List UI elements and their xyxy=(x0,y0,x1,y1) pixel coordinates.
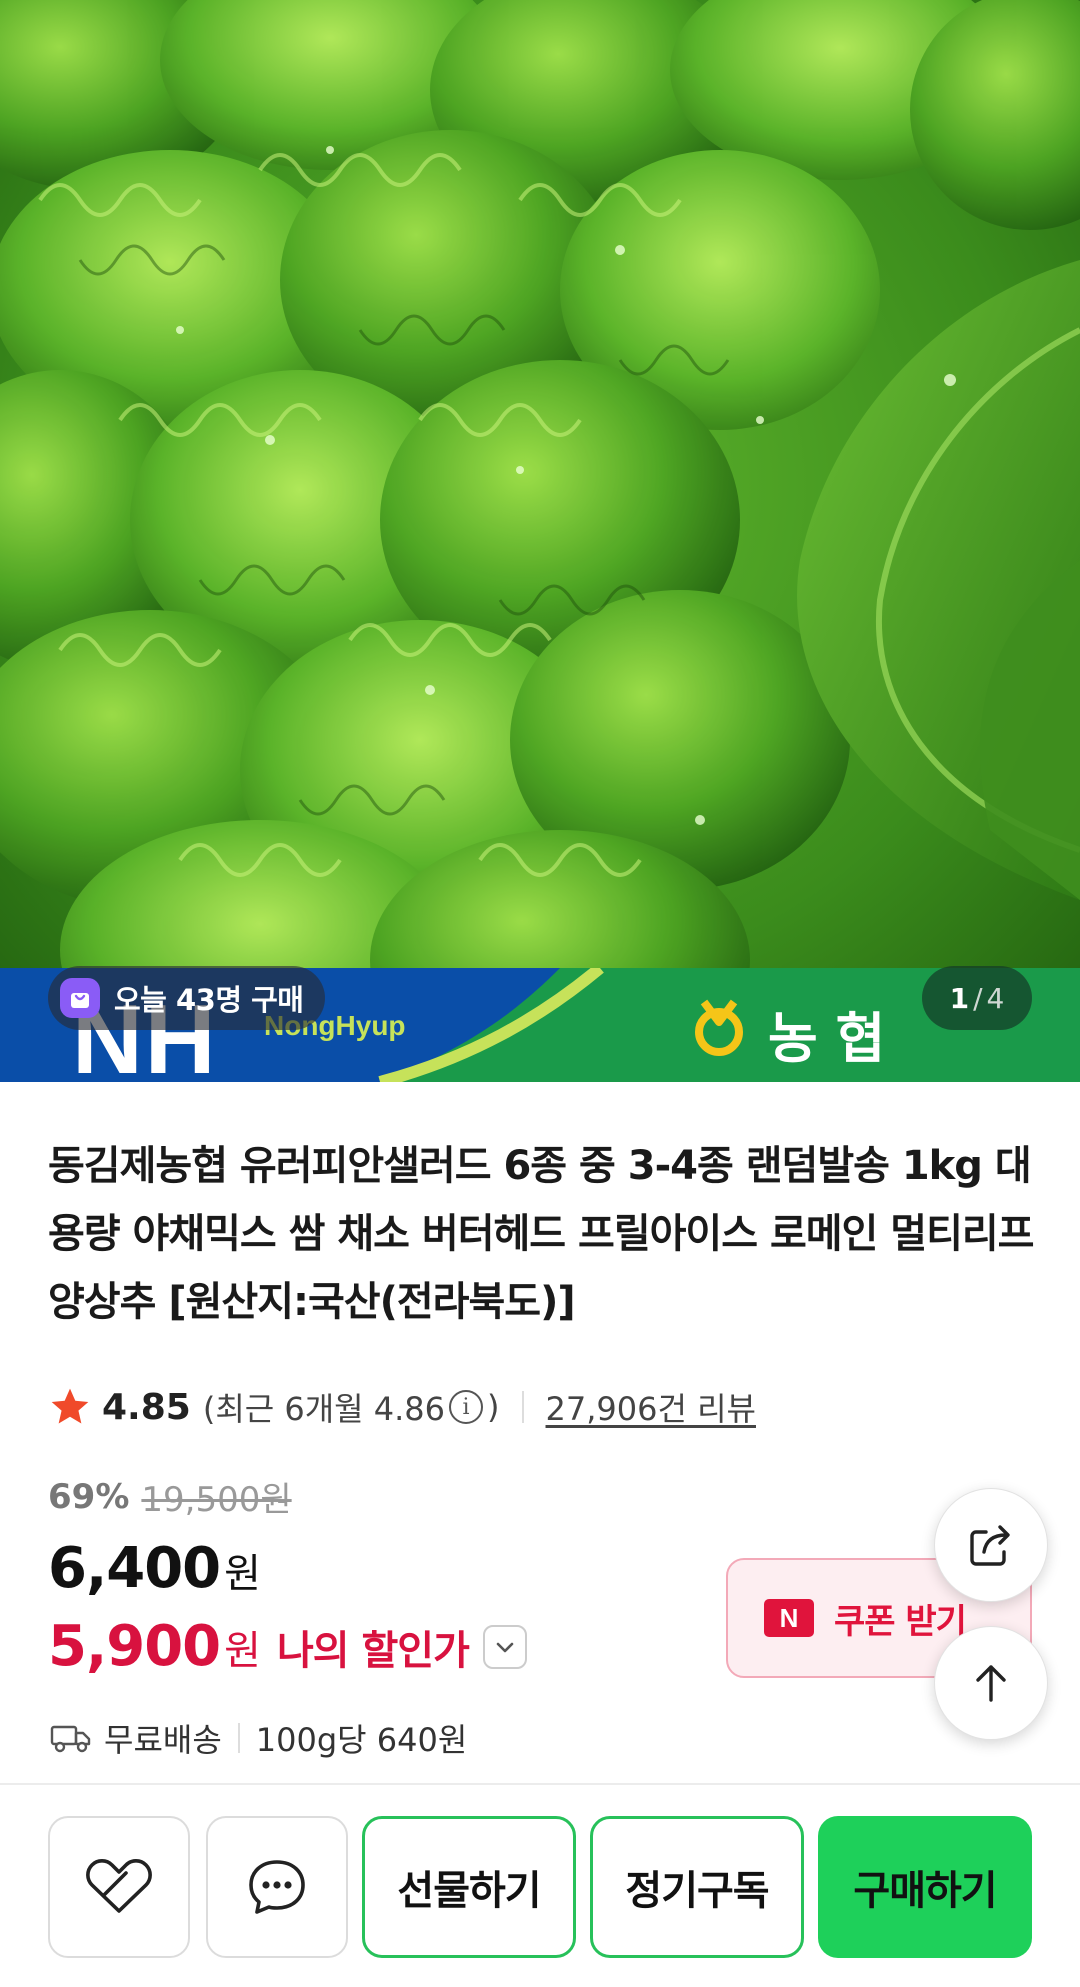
nh-emblem-icon xyxy=(695,999,743,1056)
original-price: 19,500원 xyxy=(141,1480,292,1520)
free-shipping-text: 무료배송 xyxy=(104,1721,222,1759)
gift-button[interactable]: 선물하기 xyxy=(362,1816,576,1958)
heart-icon xyxy=(86,1859,152,1913)
sale-price-amount: 6,400 xyxy=(48,1536,221,1601)
image-counter-current: 1 xyxy=(949,981,970,1015)
coupon-label: 쿠폰 받기 xyxy=(834,1601,967,1642)
recent-rating-text: (최근 6개월 4.86 xyxy=(202,1390,446,1428)
wishlist-button[interactable] xyxy=(48,1816,190,1958)
buyers-today-text: 오늘 43명 구매 xyxy=(114,983,304,1017)
discount-percent: 69% xyxy=(48,1476,130,1517)
image-counter-separator: / xyxy=(973,981,983,1015)
my-price-unit: 원 xyxy=(224,1627,261,1674)
nh-korean-label: 농협 xyxy=(768,1007,904,1070)
shipping-row: 무료배송 100g당 640원 xyxy=(50,1716,467,1760)
discount-row: 69% 19,500원 xyxy=(48,1472,292,1521)
share-button[interactable] xyxy=(934,1488,1048,1602)
image-counter-total: 4 xyxy=(986,981,1005,1015)
lettuce-photo xyxy=(0,0,1080,1082)
rating-row: 4.85 (최근 6개월 4.86 i ) 27,906건 리뷰 xyxy=(48,1382,756,1432)
buyers-today-badge: 오늘 43명 구매 xyxy=(48,966,326,1030)
rating-value: 4.85 xyxy=(102,1386,191,1428)
npay-icon: N xyxy=(764,1599,814,1637)
product-image[interactable]: NH NongHyup 농협 오늘 43명 구매 1 / 4 xyxy=(0,0,1080,1082)
chevron-down-icon[interactable] xyxy=(482,1624,527,1669)
chat-button[interactable] xyxy=(206,1816,348,1958)
chat-icon xyxy=(249,1860,305,1914)
product-title: 동김제농협 유러피안샐러드 6종 중 3-4종 랜덤발송 1kg 대용량 야채믹… xyxy=(48,1143,1034,1325)
scroll-top-button[interactable] xyxy=(934,1626,1048,1740)
my-discount-price[interactable]: 5,900 원 나의 할인가 xyxy=(48,1614,527,1679)
subscribe-button[interactable]: 정기구독 xyxy=(590,1816,804,1958)
truck-icon xyxy=(50,1725,91,1753)
my-price-amount: 5,900 xyxy=(48,1614,221,1679)
review-count-link[interactable]: 27,906건 리뷰 xyxy=(546,1384,756,1430)
recent-rating: (최근 6개월 4.86 i ) xyxy=(203,1384,500,1430)
divider xyxy=(237,1723,240,1753)
unit-price-text: 100g당 640원 xyxy=(255,1721,468,1759)
share-icon xyxy=(970,1525,1010,1566)
divider xyxy=(521,1391,524,1423)
bag-icon xyxy=(60,978,100,1018)
sale-price: 6,400 원 xyxy=(48,1536,261,1601)
image-counter: 1 / 4 xyxy=(922,966,1032,1030)
star-icon xyxy=(51,1388,89,1424)
buy-button[interactable]: 구매하기 xyxy=(818,1816,1032,1958)
my-price-label: 나의 할인가 xyxy=(276,1627,470,1674)
info-icon[interactable]: i xyxy=(449,1390,484,1424)
sale-price-unit: 원 xyxy=(224,1551,261,1597)
recent-rating-close: ) xyxy=(487,1388,500,1426)
arrow-up-icon xyxy=(976,1665,1006,1702)
